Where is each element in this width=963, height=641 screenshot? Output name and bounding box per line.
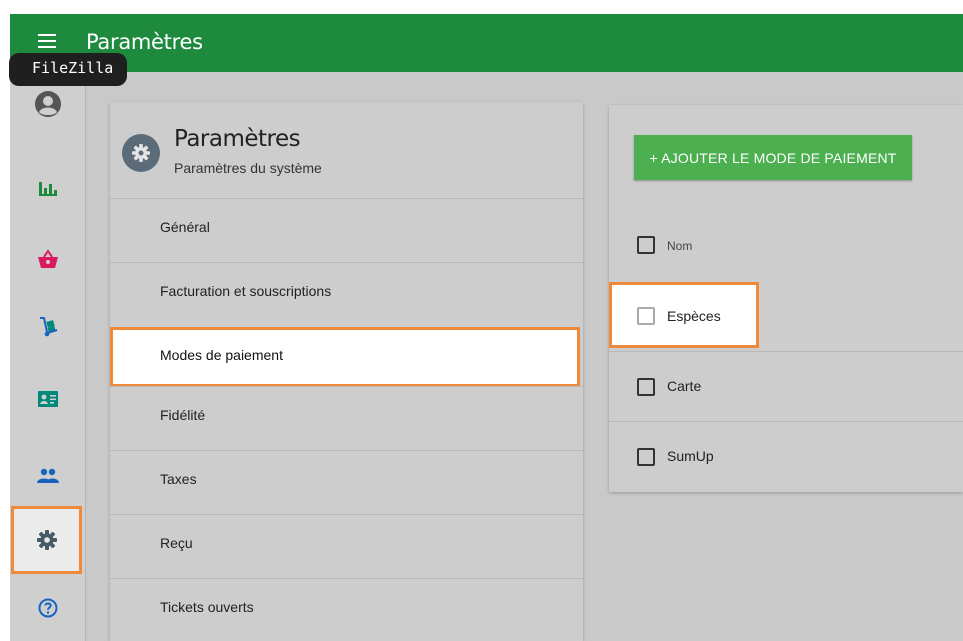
rail-item-help[interactable] xyxy=(10,578,86,638)
top-app-bar: Paramètres xyxy=(10,14,963,72)
basket-icon xyxy=(38,249,58,268)
settings-header-icon xyxy=(122,134,160,172)
column-header-name: Nom xyxy=(667,239,693,253)
filezilla-tooltip: FileZilla xyxy=(9,53,127,86)
nav-rail xyxy=(10,72,86,641)
settings-item-open-tickets[interactable]: Tickets ouverts xyxy=(110,578,583,641)
settings-item-label: Tickets ouverts xyxy=(160,599,254,615)
payment-method-row-carte[interactable]: Carte xyxy=(609,351,963,421)
rail-item-sales[interactable] xyxy=(10,229,86,289)
settings-item-label: Facturation et souscriptions xyxy=(160,283,332,299)
bar-chart-icon xyxy=(39,182,57,196)
settings-title: Paramètres xyxy=(174,126,301,152)
rail-item-reports[interactable] xyxy=(10,158,86,218)
hand-truck-icon xyxy=(40,317,58,337)
payment-method-row-especes[interactable]: Espèces xyxy=(609,282,759,348)
settings-item-label: Général xyxy=(160,219,210,235)
settings-card: Paramètres Paramètres du système Général… xyxy=(110,102,583,641)
row-checkbox[interactable] xyxy=(637,378,655,396)
contact-card-icon xyxy=(38,391,58,407)
payment-methods-header-row: Nom xyxy=(609,210,963,280)
select-all-checkbox[interactable] xyxy=(637,236,655,254)
row-checkbox[interactable] xyxy=(637,307,655,325)
payment-method-name: Carte xyxy=(667,378,702,394)
settings-item-label: Modes de paiement xyxy=(160,347,283,363)
settings-item-general[interactable]: Général xyxy=(110,198,583,262)
gear-icon xyxy=(36,530,57,550)
settings-item-payment-methods[interactable]: Modes de paiement xyxy=(110,327,580,387)
people-icon xyxy=(37,468,59,483)
rail-item-inventory[interactable] xyxy=(10,297,86,357)
settings-item-taxes[interactable]: Taxes xyxy=(110,450,583,514)
settings-item-receipt[interactable]: Reçu xyxy=(110,514,583,578)
settings-item-billing[interactable]: Facturation et souscriptions xyxy=(110,262,583,326)
settings-subtitle: Paramètres du système xyxy=(174,160,322,176)
rail-item-customers[interactable] xyxy=(10,369,86,429)
add-payment-method-button[interactable]: + AJOUTER LE MODE DE PAIEMENT xyxy=(634,135,912,180)
payment-methods-card: + AJOUTER LE MODE DE PAIEMENT Nom Espèce… xyxy=(609,105,963,492)
rail-item-settings[interactable] xyxy=(11,506,82,574)
row-checkbox[interactable] xyxy=(637,448,655,466)
help-circle-icon xyxy=(38,598,58,618)
settings-item-label: Taxes xyxy=(160,471,197,487)
payment-method-name: Espèces xyxy=(667,308,721,324)
payment-method-row-sumup[interactable]: SumUp xyxy=(609,421,963,491)
gear-icon xyxy=(132,144,150,162)
payment-method-name: SumUp xyxy=(667,448,714,464)
settings-item-label: Reçu xyxy=(160,535,193,551)
settings-item-label: Fidélité xyxy=(160,407,206,423)
hamburger-menu-icon[interactable] xyxy=(38,34,56,48)
account-circle-icon xyxy=(35,91,61,117)
settings-item-loyalty[interactable]: Fidélité xyxy=(110,386,583,450)
rail-item-employees[interactable] xyxy=(10,446,86,506)
page-title: Paramètres xyxy=(86,30,203,54)
